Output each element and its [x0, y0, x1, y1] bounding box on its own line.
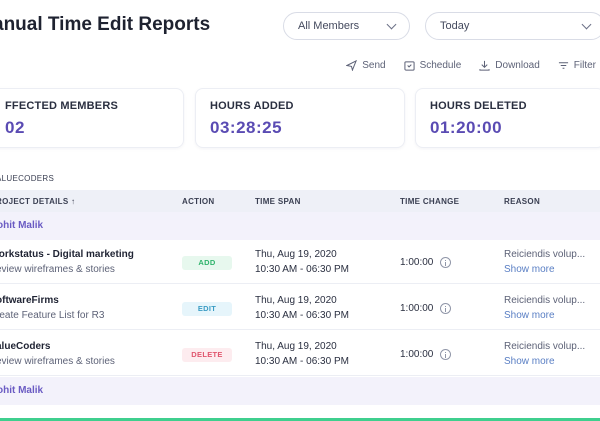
filter-icon	[558, 62, 568, 69]
download-icon	[479, 60, 490, 71]
column-project[interactable]: ROJECT DETAILS ↑	[0, 197, 75, 206]
time-span-range: 10:30 AM - 06:30 PM	[255, 264, 349, 275]
time-change: 1:00:00	[400, 349, 452, 360]
affected-members-value: 02	[5, 118, 25, 137]
date-select[interactable]: Today	[425, 12, 600, 40]
reason-text: Reiciendis volup...	[504, 249, 586, 260]
column-reason: REASON	[504, 197, 541, 206]
action-badge: DELETE	[182, 348, 232, 362]
info-icon[interactable]	[440, 257, 452, 268]
hours-deleted-card: HOURS DELETED 01:20:00	[415, 88, 600, 148]
calendar-icon	[403, 61, 415, 71]
download-label: Download	[495, 60, 540, 71]
chevron-down-icon	[581, 19, 592, 29]
schedule-label: Schedule	[419, 60, 462, 71]
member-group-row: ohit Malik	[0, 377, 600, 405]
column-time-change: TIME CHANGE	[400, 197, 460, 206]
member-group-row: ohit Malik	[0, 212, 600, 240]
task-name: eview wireframes & stories	[0, 356, 115, 367]
chevron-down-icon	[386, 19, 397, 29]
info-icon[interactable]	[440, 349, 452, 360]
table-row: alueCoders eview wireframes & stories DE…	[0, 332, 600, 376]
hours-added-value: 03:28:25	[210, 118, 283, 137]
hours-added-card: HOURS ADDED 03:28:25	[195, 88, 405, 148]
time-change: 1:00:00	[400, 257, 452, 268]
task-name: reate Feature List for R3	[0, 310, 105, 321]
members-select-value: All Members	[298, 20, 360, 32]
members-select[interactable]: All Members	[283, 12, 410, 40]
affected-members-card: FFECTED MEMBERS 02	[0, 88, 184, 148]
send-button[interactable]: Send	[346, 60, 386, 71]
reason-text: Reiciendis volup...	[504, 341, 586, 352]
time-span-date: Thu, Aug 19, 2020	[255, 295, 337, 306]
time-span-range: 10:30 AM - 06:30 PM	[255, 356, 349, 367]
download-button[interactable]: Download	[479, 60, 540, 71]
filter-label: Filter	[573, 60, 596, 71]
hours-added-label: HOURS ADDED	[210, 100, 294, 112]
project-name: oftwareFirms	[0, 295, 59, 306]
table-header: ROJECT DETAILS ↑ ACTION TIME SPAN TIME C…	[0, 190, 600, 212]
date-select-value: Today	[440, 20, 470, 32]
schedule-button[interactable]: Schedule	[403, 60, 462, 71]
time-change-value: 1:00:00	[400, 349, 434, 360]
member-name: ohit Malik	[0, 220, 44, 231]
reason-text: Reiciendis volup...	[504, 295, 586, 306]
time-change: 1:00:00	[400, 303, 452, 314]
toolbar: Send Schedule Download Filter	[346, 60, 596, 71]
project-name: /orkstatus - Digital marketing	[0, 249, 134, 260]
time-span-date: Thu, Aug 19, 2020	[255, 249, 337, 260]
send-icon	[346, 60, 358, 71]
table-row: oftwareFirms reate Feature List for R3 E…	[0, 286, 600, 330]
action-badge: ADD	[182, 256, 232, 270]
time-change-value: 1:00:00	[400, 303, 434, 314]
time-span-date: Thu, Aug 19, 2020	[255, 341, 337, 352]
report-page: anual Time Edit Reports All Members Toda…	[0, 0, 600, 421]
show-more-link[interactable]: Show more	[504, 356, 555, 367]
project-name: alueCoders	[0, 341, 51, 352]
group-label: ALUECODERS	[0, 174, 55, 183]
affected-members-label: FFECTED MEMBERS	[5, 100, 118, 112]
column-action: ACTION	[182, 197, 215, 206]
send-label: Send	[362, 60, 386, 71]
hours-deleted-value: 01:20:00	[430, 118, 503, 137]
info-icon[interactable]	[440, 303, 452, 314]
action-badge: EDIT	[182, 302, 232, 316]
table-row: /orkstatus - Digital marketing eview wir…	[0, 240, 600, 284]
time-span-range: 10:30 AM - 06:30 PM	[255, 310, 349, 321]
show-more-link[interactable]: Show more	[504, 310, 555, 321]
hours-deleted-label: HOURS DELETED	[430, 100, 527, 112]
filter-button[interactable]: Filter	[558, 60, 596, 71]
page-title: anual Time Edit Reports	[0, 14, 211, 35]
task-name: eview wireframes & stories	[0, 264, 115, 275]
column-time-span: TIME SPAN	[255, 197, 301, 206]
member-name: ohit Malik	[0, 385, 44, 396]
show-more-link[interactable]: Show more	[504, 264, 555, 275]
time-change-value: 1:00:00	[400, 257, 434, 268]
